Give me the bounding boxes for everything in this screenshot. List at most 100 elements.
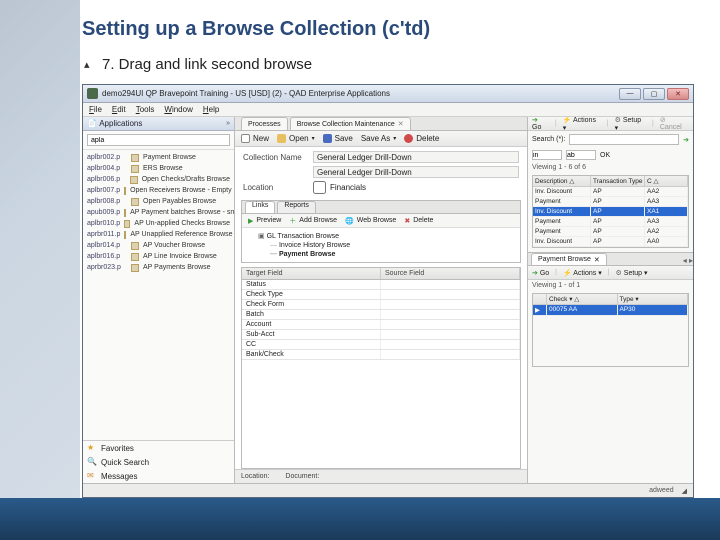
- app-icon: [87, 88, 98, 99]
- search-icon: 🔍: [87, 457, 97, 467]
- tree-row: aplbr002.pPayment Browse: [83, 152, 234, 163]
- financials-checkbox[interactable]: [313, 181, 326, 194]
- chevron-down-icon[interactable]: »: [226, 120, 230, 127]
- foot-location: Location:: [241, 473, 269, 480]
- center-panel: Processes Browse Collection Maintenance …: [235, 117, 527, 483]
- tab-browse-collection[interactable]: Browse Collection Maintenance ✕: [290, 117, 411, 130]
- tree-root[interactable]: GL Transaction Browse: [248, 231, 514, 241]
- slide-footer-band: [0, 498, 720, 540]
- applications-search-input[interactable]: [87, 134, 230, 146]
- open-button[interactable]: Open▾: [277, 134, 315, 143]
- window-title: demo294UI QP Bravepoint Training - US [U…: [102, 89, 619, 98]
- search-label: Search (*):: [532, 136, 565, 143]
- grid-row[interactable]: Bank/Check: [242, 350, 520, 360]
- tree-row: aplbr010.pAP Un-applied Checks Browse: [83, 218, 234, 229]
- status-user: adweed: [649, 487, 674, 494]
- viewing-label: Viewing 1 - 6 of 6: [528, 162, 693, 173]
- grid-row[interactable]: Batch: [242, 310, 520, 320]
- setup-button-2[interactable]: ⚙ Setup ▾: [616, 269, 648, 277]
- menu-file[interactable]: File: [89, 105, 102, 114]
- lightning-icon: ⚡: [563, 117, 572, 124]
- applications-tree[interactable]: aplbr002.pPayment Browse aplbr004.pERS B…: [83, 150, 234, 440]
- tab-processes[interactable]: Processes: [241, 117, 288, 130]
- go-button[interactable]: ➔ Go: [532, 116, 549, 131]
- grid-row[interactable]: Check Type: [242, 290, 520, 300]
- close-button[interactable]: ✕: [667, 88, 689, 100]
- preview-panel: ➔ Go| ⚡ Actions ▾| ⚙ Setup ▾| ⊘ Cancel S…: [527, 117, 693, 483]
- grid-row[interactable]: Status: [242, 280, 520, 290]
- tree-row: aplbr016.pAP Line Invoice Browse: [83, 251, 234, 262]
- cancel-icon: ⊘: [660, 117, 666, 124]
- folder-icon: 📄: [87, 119, 97, 128]
- save-button[interactable]: Save: [323, 134, 353, 143]
- actions-button[interactable]: ⚡ Actions ▾: [563, 116, 601, 132]
- center-toolbar: New Open▾ Save Save As▾ Delete: [235, 131, 527, 147]
- favorites-button[interactable]: ★Favorites: [83, 441, 234, 455]
- lbl-location: Location: [243, 183, 313, 192]
- grid-row[interactable]: Check Form: [242, 300, 520, 310]
- grid-row[interactable]: Sub-Acct: [242, 330, 520, 340]
- close-icon[interactable]: ✕: [594, 256, 600, 264]
- mail-icon: ✉: [87, 471, 97, 481]
- col-target[interactable]: Target Field: [242, 268, 381, 279]
- preview-button[interactable]: ▶Preview: [248, 217, 281, 225]
- tree-row: aplbr004.pERS Browse: [83, 163, 234, 174]
- link-delete-button[interactable]: ✖Delete: [404, 217, 433, 225]
- tree-row: apub009.pAP Payment batches Browse - sma…: [83, 207, 234, 218]
- delete-button[interactable]: Delete: [404, 134, 439, 143]
- menu-help[interactable]: Help: [203, 105, 219, 114]
- maximize-button[interactable]: ▢: [643, 88, 665, 100]
- viewing-label-2: Viewing 1 - of 1: [528, 280, 693, 291]
- menu-window[interactable]: Window: [164, 105, 192, 114]
- collection-name-field[interactable]: General Ledger Drill-Down: [313, 151, 519, 163]
- messages-button[interactable]: ✉Messages: [83, 469, 234, 483]
- titlebar[interactable]: demo294UI QP Bravepoint Training - US [U…: [83, 85, 693, 103]
- financials-label: Financials: [330, 183, 366, 192]
- link-tree[interactable]: GL Transaction Browse Invoice History Br…: [242, 228, 520, 262]
- detail-grid[interactable]: Check ▾ △Type ▾ ▶00075 AAAP30: [532, 293, 689, 367]
- statusbar: adweed ◢: [83, 483, 693, 497]
- preview-search-input[interactable]: [569, 134, 679, 145]
- applications-header-label: Applications: [99, 119, 142, 128]
- go-button-2[interactable]: ➔ Go: [532, 269, 549, 277]
- arrow-icon: ➔: [532, 117, 538, 124]
- grid-row[interactable]: CC: [242, 340, 520, 350]
- resize-grip-icon[interactable]: ◢: [682, 487, 687, 495]
- saveas-button[interactable]: Save As▾: [361, 134, 396, 143]
- detail-panel: Payment Browse✕◂ ▸ ➔ Go| ⚡ Actions ▾| ⚙ …: [528, 252, 693, 369]
- menu-tools[interactable]: Tools: [136, 105, 155, 114]
- gear-icon: ⚙: [615, 117, 621, 124]
- menubar: File Edit Tools Window Help: [83, 103, 693, 117]
- new-button[interactable]: New: [241, 134, 269, 143]
- tree-leaf[interactable]: Invoice History Browse: [248, 241, 514, 250]
- applications-panel: 📄 Applications » aplbr002.pPayment Brows…: [83, 117, 235, 483]
- tree-row: aplbr014.pAP Voucher Browse: [83, 240, 234, 251]
- foot-document: Document:: [285, 473, 319, 480]
- grid-row[interactable]: Account: [242, 320, 520, 330]
- collection-desc-field[interactable]: General Ledger Drill-Down: [313, 166, 519, 178]
- tab-reports[interactable]: Reports: [277, 201, 316, 213]
- find-ok[interactable]: OK: [600, 152, 610, 159]
- tree-row: aplbr007.pOpen Receivers Browse - Empty: [83, 185, 234, 196]
- close-tab-icon[interactable]: ✕: [398, 120, 404, 128]
- find-b[interactable]: [566, 150, 596, 160]
- detail-tab[interactable]: Payment Browse✕: [531, 253, 607, 265]
- add-browse-button[interactable]: ＋Add Browse: [289, 216, 337, 226]
- col-source[interactable]: Source Field: [381, 268, 520, 279]
- actions-button-2[interactable]: ⚡ Actions ▾: [563, 269, 602, 277]
- menu-edit[interactable]: Edit: [112, 105, 126, 114]
- cancel-button[interactable]: ⊘ Cancel: [660, 116, 689, 131]
- applications-header[interactable]: 📄 Applications »: [83, 117, 234, 131]
- tree-leaf-selected[interactable]: Payment Browse: [248, 250, 514, 259]
- minimize-button[interactable]: —: [619, 88, 641, 100]
- preview-grid[interactable]: Description △Transaction Type △C △ Inv. …: [532, 175, 689, 248]
- links-panel: Links Reports ▶Preview ＋Add Browse 🌐Web …: [241, 200, 521, 263]
- tab-links[interactable]: Links: [245, 201, 275, 213]
- collection-form: Collection Name General Ledger Drill-Dow…: [235, 147, 527, 198]
- setup-button[interactable]: ⚙ Setup ▾: [615, 116, 646, 132]
- find-a[interactable]: [532, 150, 562, 160]
- web-browse-button[interactable]: 🌐Web Browse: [345, 217, 396, 225]
- search-go-icon[interactable]: ➔: [683, 136, 689, 144]
- quick-search-button[interactable]: 🔍Quick Search: [83, 455, 234, 469]
- tree-row: aprbr011.pAP Unapplied Reference Browse: [83, 229, 234, 240]
